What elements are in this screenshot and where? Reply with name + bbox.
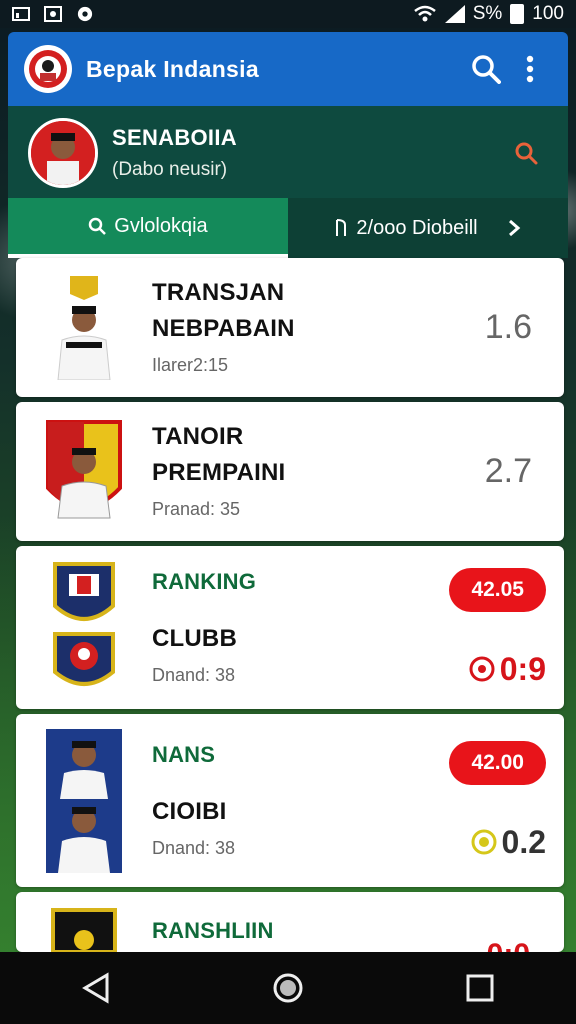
search-icon — [89, 217, 107, 235]
app-logo-icon[interactable] — [24, 45, 72, 93]
tab-diobeill[interactable]: 2/ooo Diobeill — [288, 198, 568, 258]
item-title: RANKING — [152, 569, 257, 594]
profile-header: SENABOIIA (Dabo neusir) — [8, 106, 568, 200]
item-title: TRANSJAN — [152, 279, 285, 306]
system-nav-bar — [0, 952, 576, 1024]
coin-icon — [471, 829, 497, 855]
profile-text: SENABOIIA (Dabo neusir) — [112, 125, 504, 181]
recents-icon — [466, 974, 494, 1002]
item-meta: Ilarer2:15 — [152, 355, 229, 375]
card-text: RANSHLIIN — [152, 918, 487, 944]
back-icon — [82, 972, 109, 1004]
item-title: RANSHLIIN — [152, 918, 274, 943]
list-item[interactable]: NANS CIOIBI Dnand: 38 42.00 0.2 — [16, 714, 564, 887]
item-title: TANOIR — [152, 423, 244, 450]
item-title: NANS — [152, 742, 216, 767]
player-photo — [36, 728, 132, 873]
signal-icon — [444, 5, 465, 23]
card-text: NANS CIOIBI Dnand: 38 — [152, 742, 426, 859]
search-icon — [515, 142, 538, 165]
item-score: 0:0 — [487, 938, 530, 952]
rating-badge: 42.05 — [449, 567, 546, 612]
item-score: 1.6 — [484, 308, 532, 346]
target-icon — [469, 656, 495, 682]
avatar[interactable] — [28, 118, 98, 188]
club-badges — [36, 560, 132, 696]
item-score-wrap: 0:9 — [468, 651, 546, 688]
item-meta: Dnand: 38 — [152, 838, 236, 858]
item-subtitle: CLUBB — [152, 625, 237, 652]
profile-search-button[interactable] — [504, 131, 548, 175]
back-button[interactable] — [66, 958, 126, 1018]
app-title: Bepak Indansia — [86, 55, 259, 82]
battery-text: 100 — [532, 3, 564, 24]
card-text: RANKING CLUBB Dnand: 38 — [152, 569, 426, 686]
item-right: 42.05 0:9 — [426, 567, 546, 688]
recents-button[interactable] — [450, 958, 510, 1018]
link-icon — [336, 219, 347, 236]
list-item[interactable]: RANSHLIIN 0:0 — [16, 892, 564, 952]
ranking-list: TRANSJAN NEBPABAIN Ilarer2:15 1.6 TANOIR… — [16, 258, 564, 957]
app-bar: Bepak Indansia — [8, 32, 568, 106]
club-badge — [36, 906, 132, 952]
item-subtitle: NEBPABAIN — [152, 315, 295, 342]
home-icon — [273, 973, 303, 1003]
item-meta: Pranad: 35 — [152, 499, 241, 519]
home-button[interactable] — [258, 958, 318, 1018]
player-photo — [36, 275, 132, 380]
status-right: S% 100 — [413, 3, 564, 25]
status-bar: S% 100 — [0, 0, 576, 28]
wifi-icon — [413, 5, 436, 22]
item-subtitle: CIOIBI — [152, 798, 227, 825]
profile-subtitle: (Dabo neusir) — [112, 159, 228, 180]
item-score: 0:9 — [499, 650, 546, 687]
photo-notification-icon — [44, 6, 62, 22]
item-score: 0.2 — [501, 823, 546, 860]
search-icon — [472, 55, 501, 84]
image-notification-icon — [12, 7, 30, 21]
tab-bar: Gvlolokqia 2/ooo Diobeill — [8, 198, 568, 258]
circle-notification-icon — [77, 6, 93, 22]
list-item[interactable]: RANKING CLUBB Dnand: 38 42.05 0:9 — [16, 546, 564, 709]
status-left — [12, 6, 94, 22]
item-subtitle: PREMPAINI — [152, 459, 286, 486]
rating-badge: 42.00 — [449, 740, 546, 785]
list-item[interactable]: TRANSJAN NEBPABAIN Ilarer2:15 1.6 — [16, 258, 564, 397]
search-button[interactable] — [464, 47, 508, 91]
chevron-right-icon — [508, 219, 520, 237]
profile-name: SENABOIIA — [112, 125, 237, 150]
more-options-button[interactable] — [508, 47, 552, 91]
item-score: 2.7 — [484, 452, 532, 490]
signal-text: S% — [472, 3, 503, 24]
list-item[interactable]: TANOIR PREMPAINI Pranad: 35 2.7 — [16, 402, 564, 541]
battery-icon — [510, 4, 525, 24]
item-score-wrap: 0.2 — [470, 824, 546, 861]
card-text: TANOIR PREMPAINI Pranad: 35 — [152, 423, 485, 520]
tab-gvlolokqia[interactable]: Gvlolokqia — [8, 198, 288, 258]
card-text: TRANSJAN NEBPABAIN Ilarer2:15 — [152, 279, 485, 376]
more-vert-icon — [526, 55, 534, 83]
player-photo — [36, 418, 132, 526]
item-meta: Dnand: 38 — [152, 665, 236, 685]
tab-label: Gvlolokqia — [114, 214, 208, 237]
tab-label: 2/ooo Diobeill — [356, 216, 478, 239]
item-right: 42.00 0.2 — [426, 740, 546, 861]
